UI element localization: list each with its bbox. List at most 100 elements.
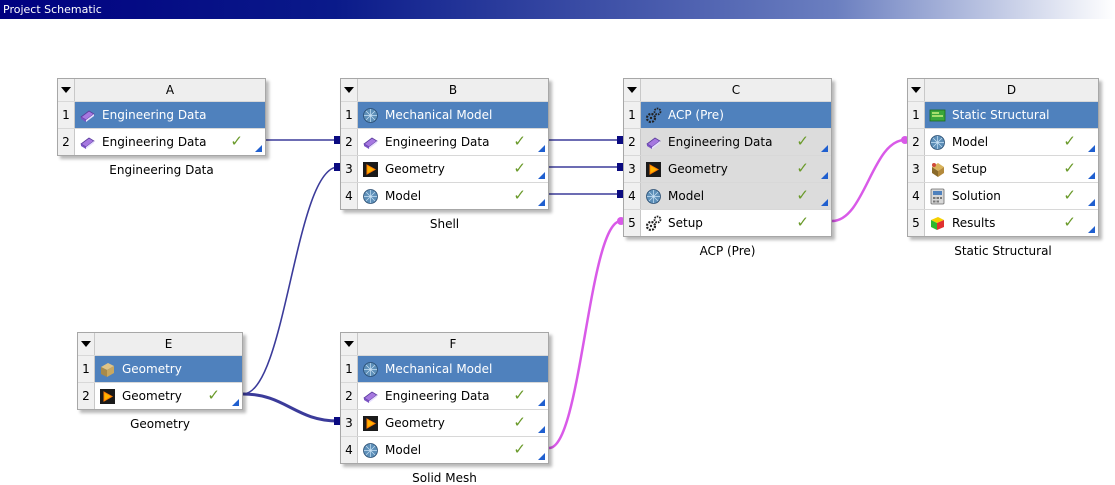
cell-body[interactable]: Engineering Data — [75, 102, 265, 128]
cell-label: Model — [668, 189, 705, 203]
cell-number: 1 — [341, 356, 358, 382]
connection-link[interactable] — [242, 166, 339, 395]
book-icon — [79, 107, 96, 124]
cell-body[interactable]: Geometry ✓ — [358, 410, 548, 436]
system-c[interactable]: C 1 ACP (Pre) 2 Engineering Data ✓ 3 Geometry ✓ 4… — [623, 78, 832, 258]
dropdown-arrow-icon — [344, 87, 354, 93]
cell-body[interactable]: Geometry ✓ — [641, 156, 831, 182]
cell-row[interactable]: 5 Setup ✓ — [624, 209, 831, 236]
dropdown-arrow-icon — [61, 87, 71, 93]
system-caption[interactable]: ACP (Pre) — [623, 244, 832, 258]
system-table: B 1 Mechanical Model 2 Engineering Data ✓ 3 Geo… — [340, 78, 549, 210]
up-to-date-check-icon: ✓ — [207, 386, 220, 404]
up-to-date-check-icon: ✓ — [513, 413, 526, 431]
cell-row[interactable]: 2 Geometry ✓ — [78, 382, 242, 409]
cell-row[interactable]: 3 Geometry ✓ — [341, 155, 548, 182]
cell-row[interactable]: 1 Mechanical Model — [341, 101, 548, 128]
corner-triangle-icon — [255, 145, 262, 152]
solution-icon — [929, 188, 946, 205]
system-caption[interactable]: Engineering Data — [57, 163, 266, 177]
panel-title: Project Schematic — [0, 0, 1115, 19]
cell-body[interactable]: Engineering Data ✓ — [641, 129, 831, 155]
cell-row[interactable]: 4 Model ✓ — [624, 182, 831, 209]
system-menu-button[interactable] — [341, 333, 358, 355]
corner-triangle-icon — [538, 145, 545, 152]
system-menu-button[interactable] — [78, 333, 95, 355]
cell-body[interactable]: Setup ✓ — [925, 156, 1098, 182]
up-to-date-check-icon: ✓ — [1063, 132, 1076, 150]
cell-body[interactable]: Solution ✓ — [925, 183, 1098, 209]
system-menu-button[interactable] — [341, 79, 358, 101]
system-caption[interactable]: Static Structural — [907, 244, 1099, 258]
cell-row[interactable]: 4 Model ✓ — [341, 436, 548, 463]
connection-link[interactable] — [242, 392, 339, 423]
cell-row[interactable]: 2 Model ✓ — [908, 128, 1098, 155]
cell-row[interactable]: 3 Geometry ✓ — [341, 409, 548, 436]
system-f[interactable]: F 1 Mechanical Model 2 Engineering Data ✓ 3 Geo… — [340, 332, 549, 485]
cell-label: Engineering Data — [385, 135, 490, 149]
cell-number: 1 — [624, 102, 641, 128]
cell-body[interactable]: Engineering Data ✓ — [358, 383, 548, 409]
cell-row[interactable]: 1 ACP (Pre) — [624, 101, 831, 128]
cell-row[interactable]: 3 Geometry ✓ — [624, 155, 831, 182]
system-b[interactable]: B 1 Mechanical Model 2 Engineering Data ✓ 3 Geo… — [340, 78, 549, 231]
corner-triangle-icon — [538, 399, 545, 406]
system-e[interactable]: E 1 Geometry 2 Geometry ✓ Geometry — [77, 332, 243, 431]
cell-row[interactable]: 1 Engineering Data — [58, 101, 265, 128]
cell-number: 2 — [341, 129, 358, 155]
cell-body[interactable]: Engineering Data ✓ — [75, 129, 265, 155]
cell-row[interactable]: 2 Engineering Data ✓ — [58, 128, 265, 155]
system-menu-button[interactable] — [624, 79, 641, 101]
system-menu-button[interactable] — [908, 79, 925, 101]
cell-body[interactable]: Model ✓ — [641, 183, 831, 209]
system-caption[interactable]: Geometry — [77, 417, 243, 431]
cell-label: Model — [952, 135, 989, 149]
cell-body[interactable]: Model ✓ — [358, 183, 548, 209]
cell-row[interactable]: 2 Engineering Data ✓ — [341, 128, 548, 155]
system-table: C 1 ACP (Pre) 2 Engineering Data ✓ 3 Geometry ✓ 4… — [623, 78, 832, 237]
cell-row[interactable]: 1 Mechanical Model — [341, 355, 548, 382]
cell-row[interactable]: 2 Engineering Data ✓ — [341, 382, 548, 409]
cell-row[interactable]: 4 Model ✓ — [341, 182, 548, 209]
cell-number: 4 — [624, 183, 641, 209]
system-menu-button[interactable] — [58, 79, 75, 101]
cell-body[interactable]: Mechanical Model — [358, 356, 548, 382]
dropdown-arrow-icon — [627, 87, 637, 93]
cell-body[interactable]: Setup ✓ — [641, 210, 831, 236]
cell-label: Model — [385, 443, 422, 457]
cell-body[interactable]: ACP (Pre) — [641, 102, 831, 128]
mesh-icon — [362, 442, 379, 459]
dropdown-arrow-icon — [344, 341, 354, 347]
cell-row[interactable]: 1 Static Structural — [908, 101, 1098, 128]
system-caption[interactable]: Shell — [340, 217, 549, 231]
corner-triangle-icon — [821, 172, 828, 179]
cell-label: Mechanical Model — [385, 108, 493, 122]
cell-row[interactable]: 3 Setup ✓ — [908, 155, 1098, 182]
cell-number: 2 — [624, 129, 641, 155]
cell-body[interactable]: Mechanical Model — [358, 102, 548, 128]
system-letter: E — [95, 333, 242, 355]
cell-row[interactable]: 4 Solution ✓ — [908, 182, 1098, 209]
book-icon — [362, 134, 379, 151]
cell-row[interactable]: 1 Geometry — [78, 355, 242, 382]
cell-body[interactable]: Results ✓ — [925, 210, 1098, 236]
up-to-date-check-icon: ✓ — [796, 186, 809, 204]
system-d[interactable]: D 1 Static Structural 2 Model ✓ 3 Setup ✓ 4 Soluti… — [907, 78, 1099, 258]
cell-body[interactable]: Model ✓ — [358, 437, 548, 463]
system-caption[interactable]: Solid Mesh — [340, 471, 549, 485]
cell-row[interactable]: 2 Engineering Data ✓ — [624, 128, 831, 155]
connection-link[interactable] — [831, 138, 906, 223]
cell-body[interactable]: Geometry ✓ — [358, 156, 548, 182]
cell-body[interactable]: Engineering Data ✓ — [358, 129, 548, 155]
system-a[interactable]: A 1 Engineering Data 2 Engineering Data ✓ Engi… — [57, 78, 266, 177]
cell-body[interactable]: Geometry ✓ — [95, 383, 242, 409]
cell-label: Mechanical Model — [385, 362, 493, 376]
cell-body[interactable]: Geometry — [95, 356, 242, 382]
cell-label: Engineering Data — [102, 108, 207, 122]
book-icon — [79, 134, 96, 151]
cell-body[interactable]: Model ✓ — [925, 129, 1098, 155]
cell-body[interactable]: Static Structural — [925, 102, 1098, 128]
connection-link[interactable] — [548, 219, 622, 450]
cell-row[interactable]: 5 Results ✓ — [908, 209, 1098, 236]
system-header: B — [341, 79, 548, 101]
